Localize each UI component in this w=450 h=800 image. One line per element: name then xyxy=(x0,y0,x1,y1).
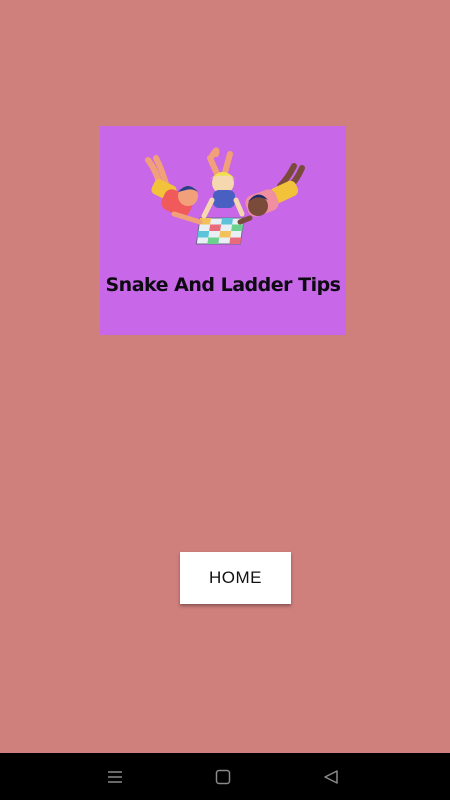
kids-playing-illustration xyxy=(145,147,305,245)
menu-icon[interactable] xyxy=(103,765,127,789)
home-square-icon[interactable] xyxy=(211,765,235,789)
banner-title: Snake And Ladder Tips xyxy=(105,274,342,296)
app-screen: Snake And Ladder Tips HOME xyxy=(0,0,450,753)
system-navigation-bar xyxy=(0,753,450,800)
app-banner: Snake And Ladder Tips xyxy=(100,126,346,335)
middle-kid xyxy=(201,147,245,219)
game-board xyxy=(195,217,245,245)
home-button[interactable]: HOME xyxy=(180,552,291,604)
right-kid xyxy=(237,163,305,225)
left-kid xyxy=(145,155,203,225)
back-triangle-icon[interactable] xyxy=(319,765,343,789)
